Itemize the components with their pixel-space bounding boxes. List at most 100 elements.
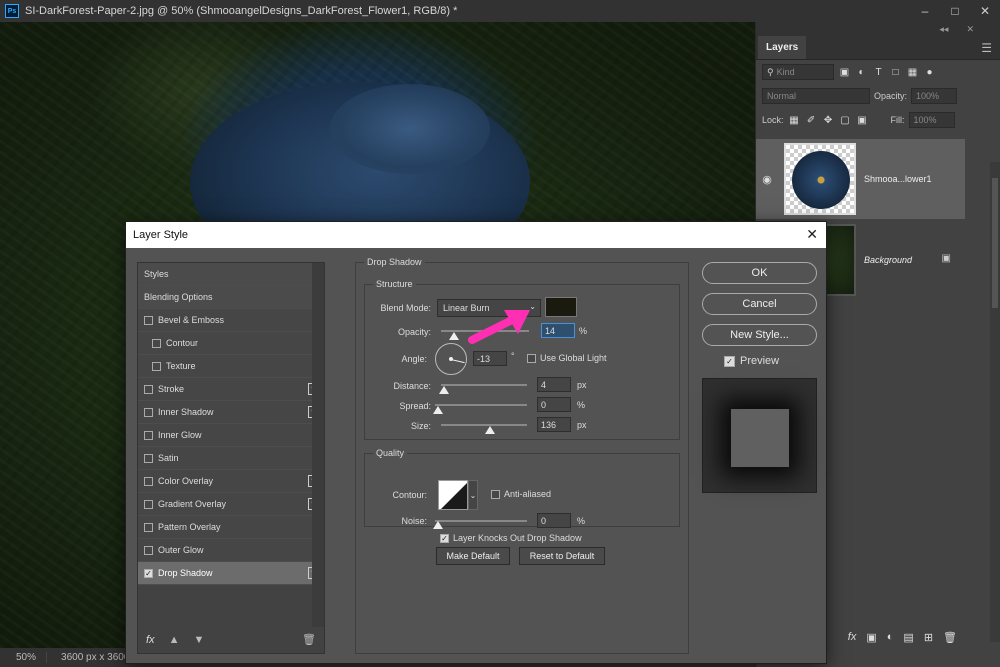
lock-all-icon[interactable]: ▣ (856, 114, 869, 127)
opacity-input[interactable]: 14 (541, 323, 575, 338)
spread-input[interactable]: 0 (537, 397, 571, 412)
style-item[interactable]: Pattern Overlay (138, 516, 324, 539)
size-slider-knob[interactable] (485, 426, 495, 434)
layer-name[interactable]: Background (864, 255, 912, 265)
filter-pixel-icon[interactable]: ▣ (838, 66, 851, 79)
filter-adjustment-icon[interactable]: ◐ (855, 66, 868, 79)
filter-smart-object-icon[interactable]: ▦ (906, 66, 919, 79)
style-item[interactable]: Texture (138, 355, 324, 378)
contour-preview[interactable] (438, 480, 468, 510)
style-item[interactable]: Gradient Overlay+ (138, 493, 324, 516)
style-checkbox[interactable] (152, 361, 161, 371)
style-checkbox[interactable] (144, 407, 153, 417)
move-down-icon[interactable]: ▼ (193, 634, 204, 646)
noise-slider[interactable] (435, 520, 527, 522)
style-checkbox[interactable] (144, 499, 153, 509)
adjustment-layer-icon[interactable]: ◐ (887, 631, 894, 643)
lock-artboard-icon[interactable]: ▢ (839, 114, 852, 127)
styles-scrollbar[interactable] (312, 263, 324, 627)
fill-field[interactable]: 100% (908, 112, 955, 128)
fx-icon[interactable]: fx (146, 634, 155, 646)
layer-name[interactable]: Shmooa...lower1 (864, 174, 932, 184)
filter-type-icon[interactable]: T (872, 66, 885, 79)
opacity-field[interactable]: 100% (911, 88, 958, 104)
make-default-button[interactable]: Make Default (436, 547, 510, 565)
knocks-out-label[interactable]: Layer Knocks Out Drop Shadow (453, 533, 582, 543)
panel-close-icon[interactable]: ✕ (966, 24, 974, 35)
group-folder-icon[interactable]: ▤ (903, 631, 913, 644)
style-item[interactable]: Outer Glow (138, 539, 324, 562)
panel-scrollbar[interactable] (990, 162, 1000, 642)
lock-image-icon[interactable]: ✐ (805, 114, 818, 127)
style-checkbox[interactable] (152, 338, 161, 348)
distance-slider-knob[interactable] (439, 386, 449, 394)
shadow-color-swatch[interactable] (545, 297, 577, 317)
chevron-down-icon[interactable]: ⌄ (468, 480, 478, 510)
spread-slider-knob[interactable] (433, 406, 443, 414)
anti-aliased-checkbox[interactable] (491, 490, 500, 499)
style-item[interactable]: Styles (138, 263, 324, 286)
distance-input[interactable]: 4 (537, 377, 571, 392)
panel-menu-icon[interactable]: ☰ (981, 41, 992, 55)
layer-style-dialog: Layer Style ✕ Styles Blending Options Beve… (125, 221, 827, 664)
close-icon[interactable]: ✕ (970, 0, 1000, 22)
cancel-button[interactable]: Cancel (702, 293, 817, 315)
style-item[interactable]: ✓Drop Shadow+ (138, 562, 324, 585)
move-up-icon[interactable]: ▲ (169, 634, 180, 646)
delete-layer-icon[interactable]: 🗑 (943, 631, 957, 644)
size-slider[interactable] (441, 424, 527, 426)
size-input[interactable]: 136 (537, 417, 571, 432)
style-checkbox[interactable] (144, 476, 153, 486)
style-checkbox[interactable] (144, 545, 153, 555)
filter-shape-icon[interactable]: □ (889, 66, 902, 79)
opacity-slider-knob[interactable] (449, 332, 460, 340)
add-mask-icon[interactable]: ▣ (866, 631, 876, 644)
minimize-icon[interactable]: – (910, 0, 940, 22)
style-item[interactable]: Inner Shadow+ (138, 401, 324, 424)
lock-position-icon[interactable]: ✥ (822, 114, 835, 127)
tab-layers[interactable]: Layers (758, 36, 807, 59)
knocks-out-checkbox[interactable]: ✓ (440, 534, 449, 543)
delete-effect-icon[interactable]: 🗑 (302, 633, 316, 646)
style-checkbox[interactable] (144, 522, 153, 532)
style-checkbox[interactable]: ✓ (144, 568, 153, 578)
noise-slider-knob[interactable] (433, 521, 443, 529)
scrollbar-thumb[interactable] (992, 178, 998, 308)
style-item[interactable]: Satin (138, 447, 324, 470)
style-checkbox[interactable] (144, 384, 153, 394)
style-item[interactable]: Stroke+ (138, 378, 324, 401)
close-icon[interactable]: ✕ (806, 226, 818, 243)
reset-to-default-button[interactable]: Reset to Default (519, 547, 605, 565)
style-checkbox[interactable] (144, 315, 153, 325)
preview-label[interactable]: Preview (740, 355, 779, 367)
style-item[interactable]: Blending Options (138, 286, 324, 309)
anti-aliased-label[interactable]: Anti-aliased (504, 489, 551, 499)
restore-icon[interactable]: □ (940, 0, 970, 22)
layer-row[interactable]: ◉ Shmooa...lower1 (756, 139, 965, 219)
filter-toggle-icon[interactable]: ● (923, 66, 936, 79)
blend-mode-select[interactable]: Normal (762, 88, 870, 104)
lock-transparent-icon[interactable]: ▦ (788, 114, 801, 127)
collapse-icon[interactable]: ◂◂ (939, 24, 948, 35)
style-item[interactable]: Contour (138, 332, 324, 355)
style-checkbox[interactable] (144, 430, 153, 440)
add-layer-style-icon[interactable]: fx (848, 631, 857, 643)
noise-input[interactable]: 0 (537, 513, 571, 528)
ok-button[interactable]: OK (702, 262, 817, 284)
style-item[interactable]: Inner Glow (138, 424, 324, 447)
use-global-light-label[interactable]: Use Global Light (540, 353, 607, 363)
style-checkbox[interactable] (144, 453, 153, 463)
distance-slider[interactable] (441, 384, 527, 386)
new-style-button[interactable]: New Style... (702, 324, 817, 346)
style-item[interactable]: Bevel & Emboss (138, 309, 324, 332)
kind-filter[interactable]: ⚲ Kind (762, 64, 834, 80)
style-item[interactable]: Color Overlay+ (138, 470, 324, 493)
use-global-light-checkbox[interactable] (527, 354, 536, 363)
zoom-level[interactable]: 50% (0, 652, 48, 663)
angle-dial[interactable] (435, 343, 467, 375)
eye-icon[interactable]: ◉ (756, 173, 778, 186)
preview-checkbox[interactable]: ✓ (724, 356, 735, 367)
spread-slider[interactable] (435, 404, 527, 406)
angle-input[interactable]: -13 (473, 351, 507, 366)
new-layer-icon[interactable]: ⊞ (924, 631, 933, 644)
